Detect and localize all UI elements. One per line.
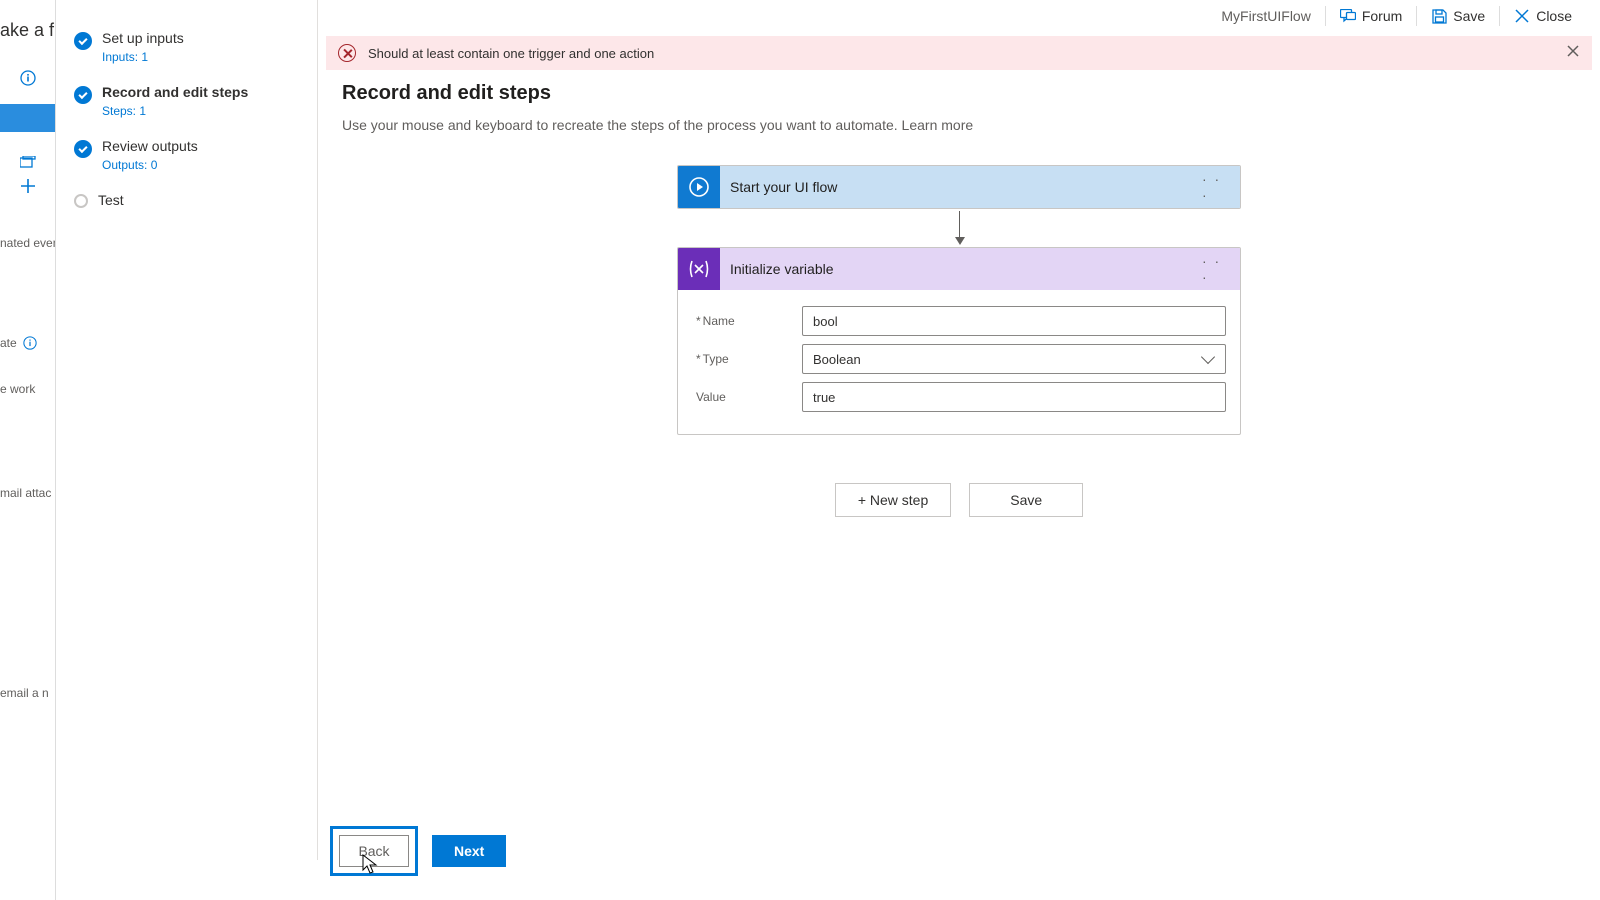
flow-canvas: Start your UI flow · · · Initialize vari…	[318, 165, 1600, 517]
learn-more-link[interactable]: Learn more	[902, 117, 974, 133]
start-card-title: Start your UI flow	[720, 179, 1202, 195]
back-button-focus-ring: Back	[330, 826, 418, 876]
save-button-top[interactable]: Save	[1417, 6, 1500, 26]
wizard-step-outputs[interactable]: Review outputs Outputs: 0	[56, 128, 317, 182]
name-field-input[interactable]	[802, 306, 1226, 336]
close-icon	[1514, 8, 1530, 24]
heading-area: Record and edit steps Use your mouse and…	[318, 70, 1600, 139]
variable-icon	[678, 248, 720, 290]
wizard-nav: Back Next	[330, 826, 506, 876]
forum-button[interactable]: Forum	[1326, 6, 1417, 26]
check-icon	[74, 32, 92, 50]
save-icon	[1431, 8, 1447, 24]
type-field-value: Boolean	[813, 352, 861, 367]
card-menu-button[interactable]: · · ·	[1202, 173, 1230, 201]
wizard-step-test[interactable]: Test	[56, 182, 317, 218]
save-label: Save	[1453, 6, 1485, 26]
next-button[interactable]: Next	[432, 835, 506, 867]
error-banner: Should at least contain one trigger and …	[326, 36, 1592, 70]
wizard-step-inputs[interactable]: Set up inputs Inputs: 1	[56, 20, 317, 74]
error-text: Should at least contain one trigger and …	[368, 46, 654, 61]
forum-label: Forum	[1362, 6, 1402, 26]
value-field-input[interactable]	[802, 382, 1226, 412]
wizard-step-title: Review outputs	[102, 138, 198, 154]
check-icon	[74, 86, 92, 104]
dismiss-alert-button[interactable]	[1566, 44, 1582, 60]
back-button[interactable]: Back	[339, 835, 409, 867]
check-icon	[74, 140, 92, 158]
peek-text-0: nated even	[0, 236, 59, 250]
peek-text-2: e work	[0, 382, 35, 396]
wizard-step-record[interactable]: Record and edit steps Steps: 1	[56, 74, 317, 128]
wizard-step-sub: Outputs: 0	[102, 158, 198, 172]
start-flow-card[interactable]: Start your UI flow · · ·	[677, 165, 1241, 209]
wizard-step-title: Set up inputs	[102, 30, 184, 46]
init-card-title: Initialize variable	[720, 261, 1202, 277]
content-area: MyFirstUIFlow Forum Save Close	[318, 0, 1600, 900]
peek-text-1: ate	[0, 336, 37, 350]
peek-text-3: mail attac	[0, 486, 51, 500]
play-icon	[678, 166, 720, 208]
wizard-step-title: Test	[98, 192, 124, 208]
type-field-select[interactable]: Boolean	[802, 344, 1226, 374]
background-peek: ake a flo nated even ate e work mail att…	[0, 0, 56, 900]
circle-icon	[74, 194, 88, 208]
close-label: Close	[1536, 6, 1572, 26]
canvas-actions: + New step Save	[835, 483, 1083, 517]
close-button-top[interactable]: Close	[1500, 6, 1586, 26]
peek-selected-row	[0, 104, 56, 132]
wizard-sidebar: Set up inputs Inputs: 1 Record and edit …	[56, 0, 318, 860]
forum-icon	[1340, 8, 1356, 24]
top-bar: MyFirstUIFlow Forum Save Close	[318, 0, 1600, 32]
editor-panel: Set up inputs Inputs: 1 Record and edit …	[55, 0, 1600, 900]
connector-arrow	[959, 211, 960, 245]
page-subtitle: Use your mouse and keyboard to recreate …	[342, 117, 1576, 133]
initialize-variable-card[interactable]: Initialize variable · · · Name Type Bool…	[677, 247, 1241, 435]
card-menu-button[interactable]: · · ·	[1202, 255, 1230, 283]
wizard-step-sub: Steps: 1	[102, 104, 248, 118]
error-icon	[338, 44, 356, 62]
new-step-button[interactable]: + New step	[835, 483, 951, 517]
page-title: Record and edit steps	[342, 82, 1576, 105]
name-field-label: Name	[692, 314, 802, 328]
peek-text-1-label: ate	[0, 336, 17, 350]
chevron-down-icon	[1201, 350, 1215, 364]
save-button-canvas[interactable]: Save	[969, 483, 1083, 517]
value-field-label: Value	[692, 390, 802, 404]
flow-name[interactable]: MyFirstUIFlow	[1207, 6, 1325, 26]
peek-text-4: email a n	[0, 686, 49, 700]
peek-plus-icon[interactable]	[0, 166, 56, 206]
peek-info-icon	[0, 58, 56, 98]
wizard-step-title: Record and edit steps	[102, 84, 248, 100]
type-field-label: Type	[692, 352, 802, 366]
page-subtitle-text: Use your mouse and keyboard to recreate …	[342, 117, 902, 133]
wizard-step-sub: Inputs: 1	[102, 50, 184, 64]
